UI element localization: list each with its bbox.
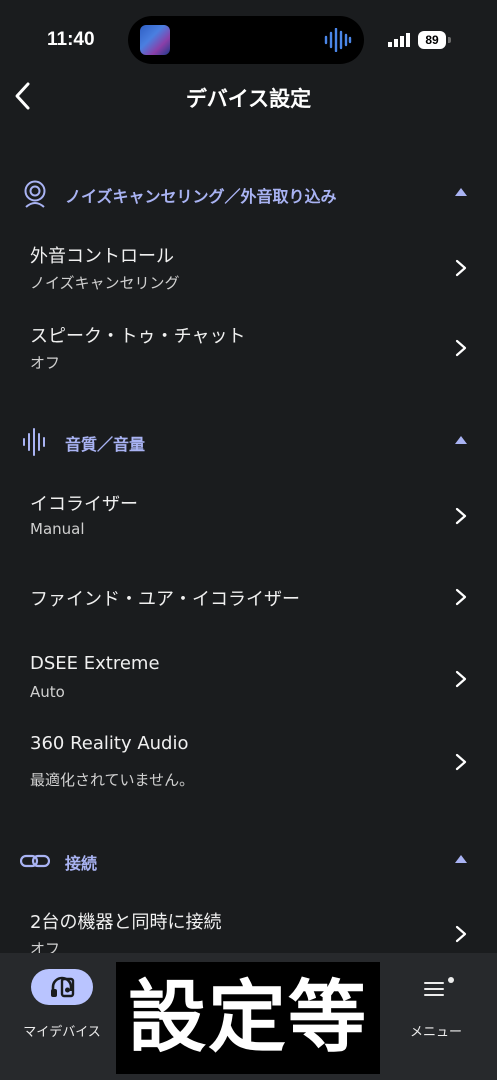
chevron-right-icon (455, 753, 467, 771)
hamburger-menu-icon (424, 977, 454, 996)
link-icon (20, 854, 50, 868)
item-value: ノイズキャンセリング (30, 274, 180, 292)
section-header-sound-quality[interactable]: 音質／音量 (0, 419, 497, 463)
item-value: Manual (30, 520, 85, 538)
battery-tip (448, 37, 451, 43)
sound-wave-icon (23, 428, 45, 456)
item-label: スピーク・トゥ・チャット (30, 326, 246, 347)
status-bar: 11:40 89 (0, 0, 497, 80)
nav-tab-my-device[interactable]: マイデバイス (10, 963, 114, 1043)
collapse-triangle-icon[interactable] (454, 187, 468, 197)
battery-icon: 89 (418, 31, 446, 49)
chevron-right-icon (455, 925, 467, 943)
collapse-triangle-icon[interactable] (454, 435, 468, 445)
item-value: Auto (30, 683, 65, 701)
chevron-right-icon (455, 259, 467, 277)
album-art-icon (140, 25, 170, 55)
section-header-connection[interactable]: 接続 (0, 838, 497, 882)
audio-wave-icon (324, 28, 352, 52)
status-time: 11:40 (47, 29, 95, 50)
list-item-speak-to-chat[interactable]: スピーク・トゥ・チャット オフ (0, 312, 497, 382)
item-label: 360 Reality Audio (30, 733, 189, 754)
section-title: 接続 (65, 854, 98, 873)
item-label: DSEE Extreme (30, 653, 160, 674)
collapse-triangle-icon[interactable] (454, 854, 468, 864)
section-title: ノイズキャンセリング／外音取り込み (65, 187, 337, 206)
nav-tab-label: メニュー (409, 1025, 462, 1040)
list-item-equalizer[interactable]: イコライザー Manual (0, 480, 497, 552)
overlay-caption: 設定等 (116, 962, 380, 1074)
headphones-icon (51, 976, 75, 998)
list-item-find-your-equalizer[interactable]: ファインド・ユア・イコライザー (0, 570, 497, 624)
cellular-signal-icon (388, 33, 410, 47)
nav-tab-label: マイデバイス (23, 1025, 101, 1040)
item-label: 2台の機器と同時に接続 (30, 912, 222, 933)
head-profile-icon (24, 180, 46, 208)
chevron-right-icon (455, 339, 467, 357)
section-title: 音質／音量 (65, 435, 146, 454)
list-item-ambient-control[interactable]: 外音コントロール ノイズキャンセリング (0, 232, 497, 302)
list-item-360-reality-audio[interactable]: 360 Reality Audio 最適化されていません。 (0, 723, 497, 799)
chevron-right-icon (455, 588, 467, 606)
item-value: 最適化されていません。 (30, 771, 195, 789)
item-label: 外音コントロール (30, 246, 174, 267)
chevron-right-icon (455, 670, 467, 688)
list-item-dsee-extreme[interactable]: DSEE Extreme Auto (0, 643, 497, 713)
page-title: デバイス設定 (185, 87, 312, 111)
item-label: イコライザー (30, 494, 138, 515)
chevron-right-icon (455, 507, 467, 525)
nav-tab-menu[interactable]: メニュー (396, 967, 476, 1047)
dynamic-island[interactable] (128, 16, 364, 64)
item-value: オフ (30, 354, 61, 372)
section-header-noise-cancelling[interactable]: ノイズキャンセリング／外音取り込み (0, 171, 497, 215)
item-label: ファインド・ユア・イコライザー (30, 589, 300, 610)
nav-tab-active-pill (31, 969, 93, 1005)
